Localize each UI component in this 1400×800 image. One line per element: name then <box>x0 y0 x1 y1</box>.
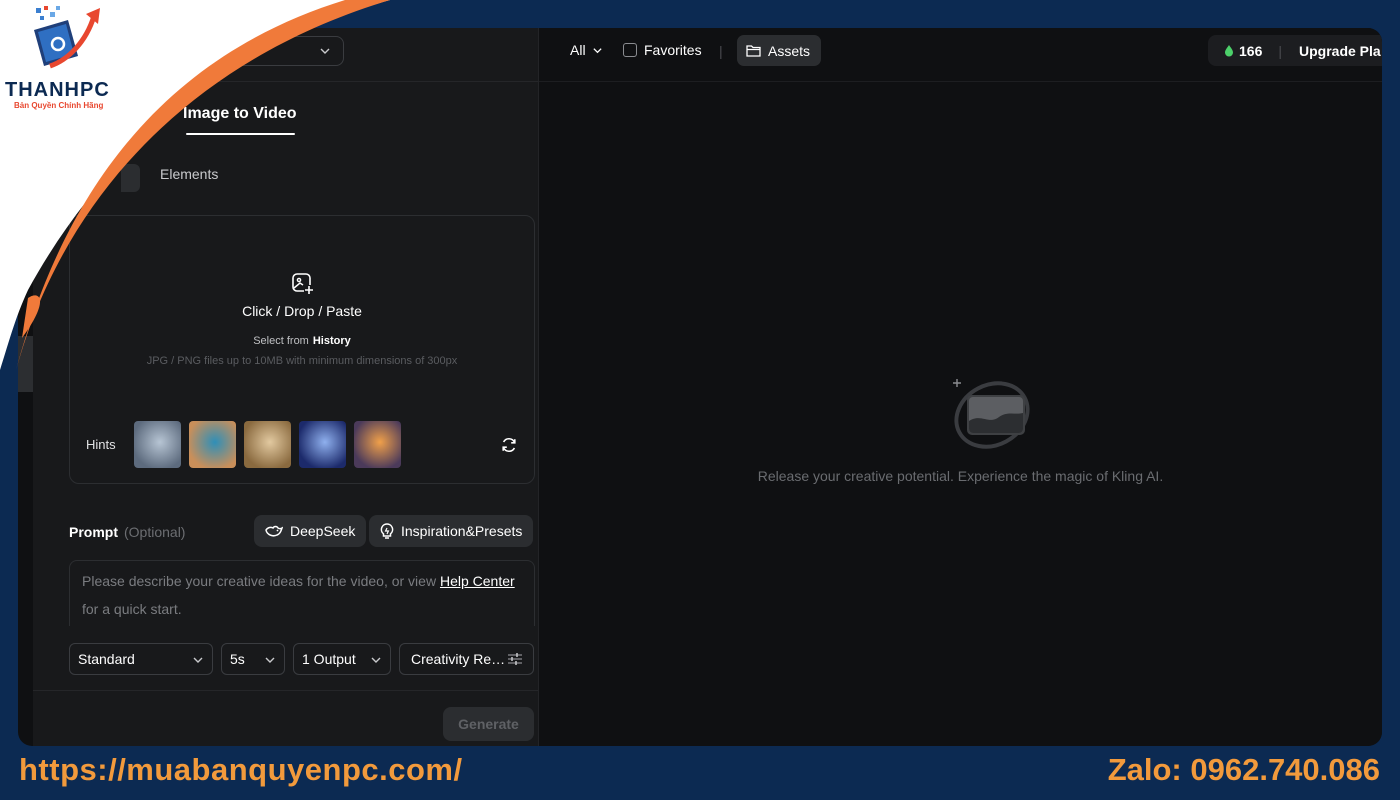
assets-button[interactable]: Assets <box>737 35 821 66</box>
output-count-select[interactable]: 1 Output <box>293 643 391 675</box>
hint-thumbnail-castle-in-fog[interactable] <box>134 421 181 468</box>
upload-requirements: JPG / PNG files up to 10MB with minimum … <box>146 355 458 367</box>
upgrade-plan-link[interactable]: Upgrade Pla <box>1299 43 1381 59</box>
mode-value: Standard <box>78 651 135 667</box>
model-select[interactable] <box>209 36 344 66</box>
chevron-down-icon <box>371 657 381 663</box>
hints-label: Hints <box>86 437 116 452</box>
filter-all-dropdown[interactable]: All <box>570 42 603 58</box>
lightbulb-icon <box>380 523 394 539</box>
output-count-value: 1 Output <box>302 651 356 667</box>
prompt-title: Prompt <box>69 524 118 540</box>
logo-text: THANHPC <box>5 79 110 101</box>
generate-button[interactable]: Generate <box>443 707 534 741</box>
credit-drop-icon <box>1225 45 1233 57</box>
presets-label: Inspiration&Presets <box>401 523 523 539</box>
assets-label: Assets <box>768 42 811 59</box>
divider: | <box>1278 42 1282 59</box>
deepseek-button[interactable]: DeepSeek <box>254 515 367 547</box>
divider <box>539 81 1382 82</box>
divider: | <box>719 43 723 59</box>
divider <box>33 690 539 691</box>
sliders-icon <box>508 653 522 665</box>
hint-thumbnail-fluffy-cat[interactable] <box>244 421 291 468</box>
credits-count: 166 <box>1239 42 1263 59</box>
prompt-placeholder: Please describe your creative ideas for … <box>82 567 522 595</box>
folder-icon <box>746 45 761 57</box>
creativity-value: Creativity Re… <box>411 651 506 667</box>
active-tab-indicator <box>186 133 295 135</box>
hint-thumbnail-fire-sparks[interactable] <box>354 421 401 468</box>
mode-select[interactable]: Standard <box>69 643 213 675</box>
generation-panel: Image to Video Elements Click / Drop / P… <box>33 28 539 746</box>
duration-select[interactable]: 5s <box>221 643 285 675</box>
subtab-frames[interactable] <box>121 164 140 192</box>
chevron-down-icon <box>320 48 330 54</box>
favorites-checkbox[interactable] <box>623 43 637 57</box>
deepseek-label: DeepSeek <box>290 523 356 539</box>
select-from-label: Select from <box>253 335 309 347</box>
history-link[interactable]: History <box>313 335 351 347</box>
duration-value: 5s <box>230 651 245 667</box>
add-image-icon <box>292 273 314 295</box>
credits-bar: 166 | Upgrade Pla <box>1208 35 1382 66</box>
results-panel: All Favorites | Assets 166 | Upgrade Pla <box>539 28 1382 746</box>
help-center-link[interactable]: Help Center <box>440 573 515 589</box>
select-from-history: Select from History <box>70 335 534 347</box>
placeholder-end: for a quick start. <box>82 601 182 617</box>
collapsed-sidebar-tab[interactable] <box>18 336 33 392</box>
creativity-settings-button[interactable]: Creativity Re… <box>399 643 534 675</box>
placeholder-start: Please describe your creative ideas for … <box>82 573 437 589</box>
deepseek-whale-icon <box>265 525 283 537</box>
prompt-textarea[interactable]: Please describe your creative ideas for … <box>69 560 535 626</box>
thanhpc-logo-icon <box>34 6 100 69</box>
upload-title: Click / Drop / Paste <box>242 303 362 319</box>
subtab-elements[interactable]: Elements <box>160 166 218 182</box>
app-window: Image to Video Elements Click / Drop / P… <box>18 28 1382 746</box>
prompt-label: Prompt (Optional) <box>69 524 185 540</box>
chevron-down-icon <box>592 47 602 53</box>
prompt-optional: (Optional) <box>124 524 186 540</box>
image-upload-area[interactable]: Click / Drop / Paste Select from History … <box>69 215 535 484</box>
empty-state-message: Release your creative potential. Experie… <box>757 468 1164 484</box>
logo-subtitle: Bản Quyền Chính Hãng <box>14 101 104 110</box>
filter-all-label: All <box>570 42 586 58</box>
favorites-filter[interactable]: Favorites <box>623 42 702 58</box>
footer-zalo-contact: Zalo: 0962.740.086 <box>1107 752 1380 787</box>
favorites-label: Favorites <box>644 42 702 58</box>
chevron-down-icon <box>265 657 275 663</box>
hint-thumbnail-hamster-on-float[interactable] <box>189 421 236 468</box>
hint-thumbnail-blue-fantasy-figure[interactable] <box>299 421 346 468</box>
tab-image-to-video[interactable]: Image to Video <box>183 105 297 123</box>
empty-gallery-icon <box>953 379 1030 449</box>
chevron-down-icon <box>193 657 203 663</box>
refresh-icon[interactable] <box>500 436 518 454</box>
footer-website: https://muabanquyenpc.com/ <box>19 752 463 787</box>
inspiration-presets-button[interactable]: Inspiration&Presets <box>369 515 534 547</box>
